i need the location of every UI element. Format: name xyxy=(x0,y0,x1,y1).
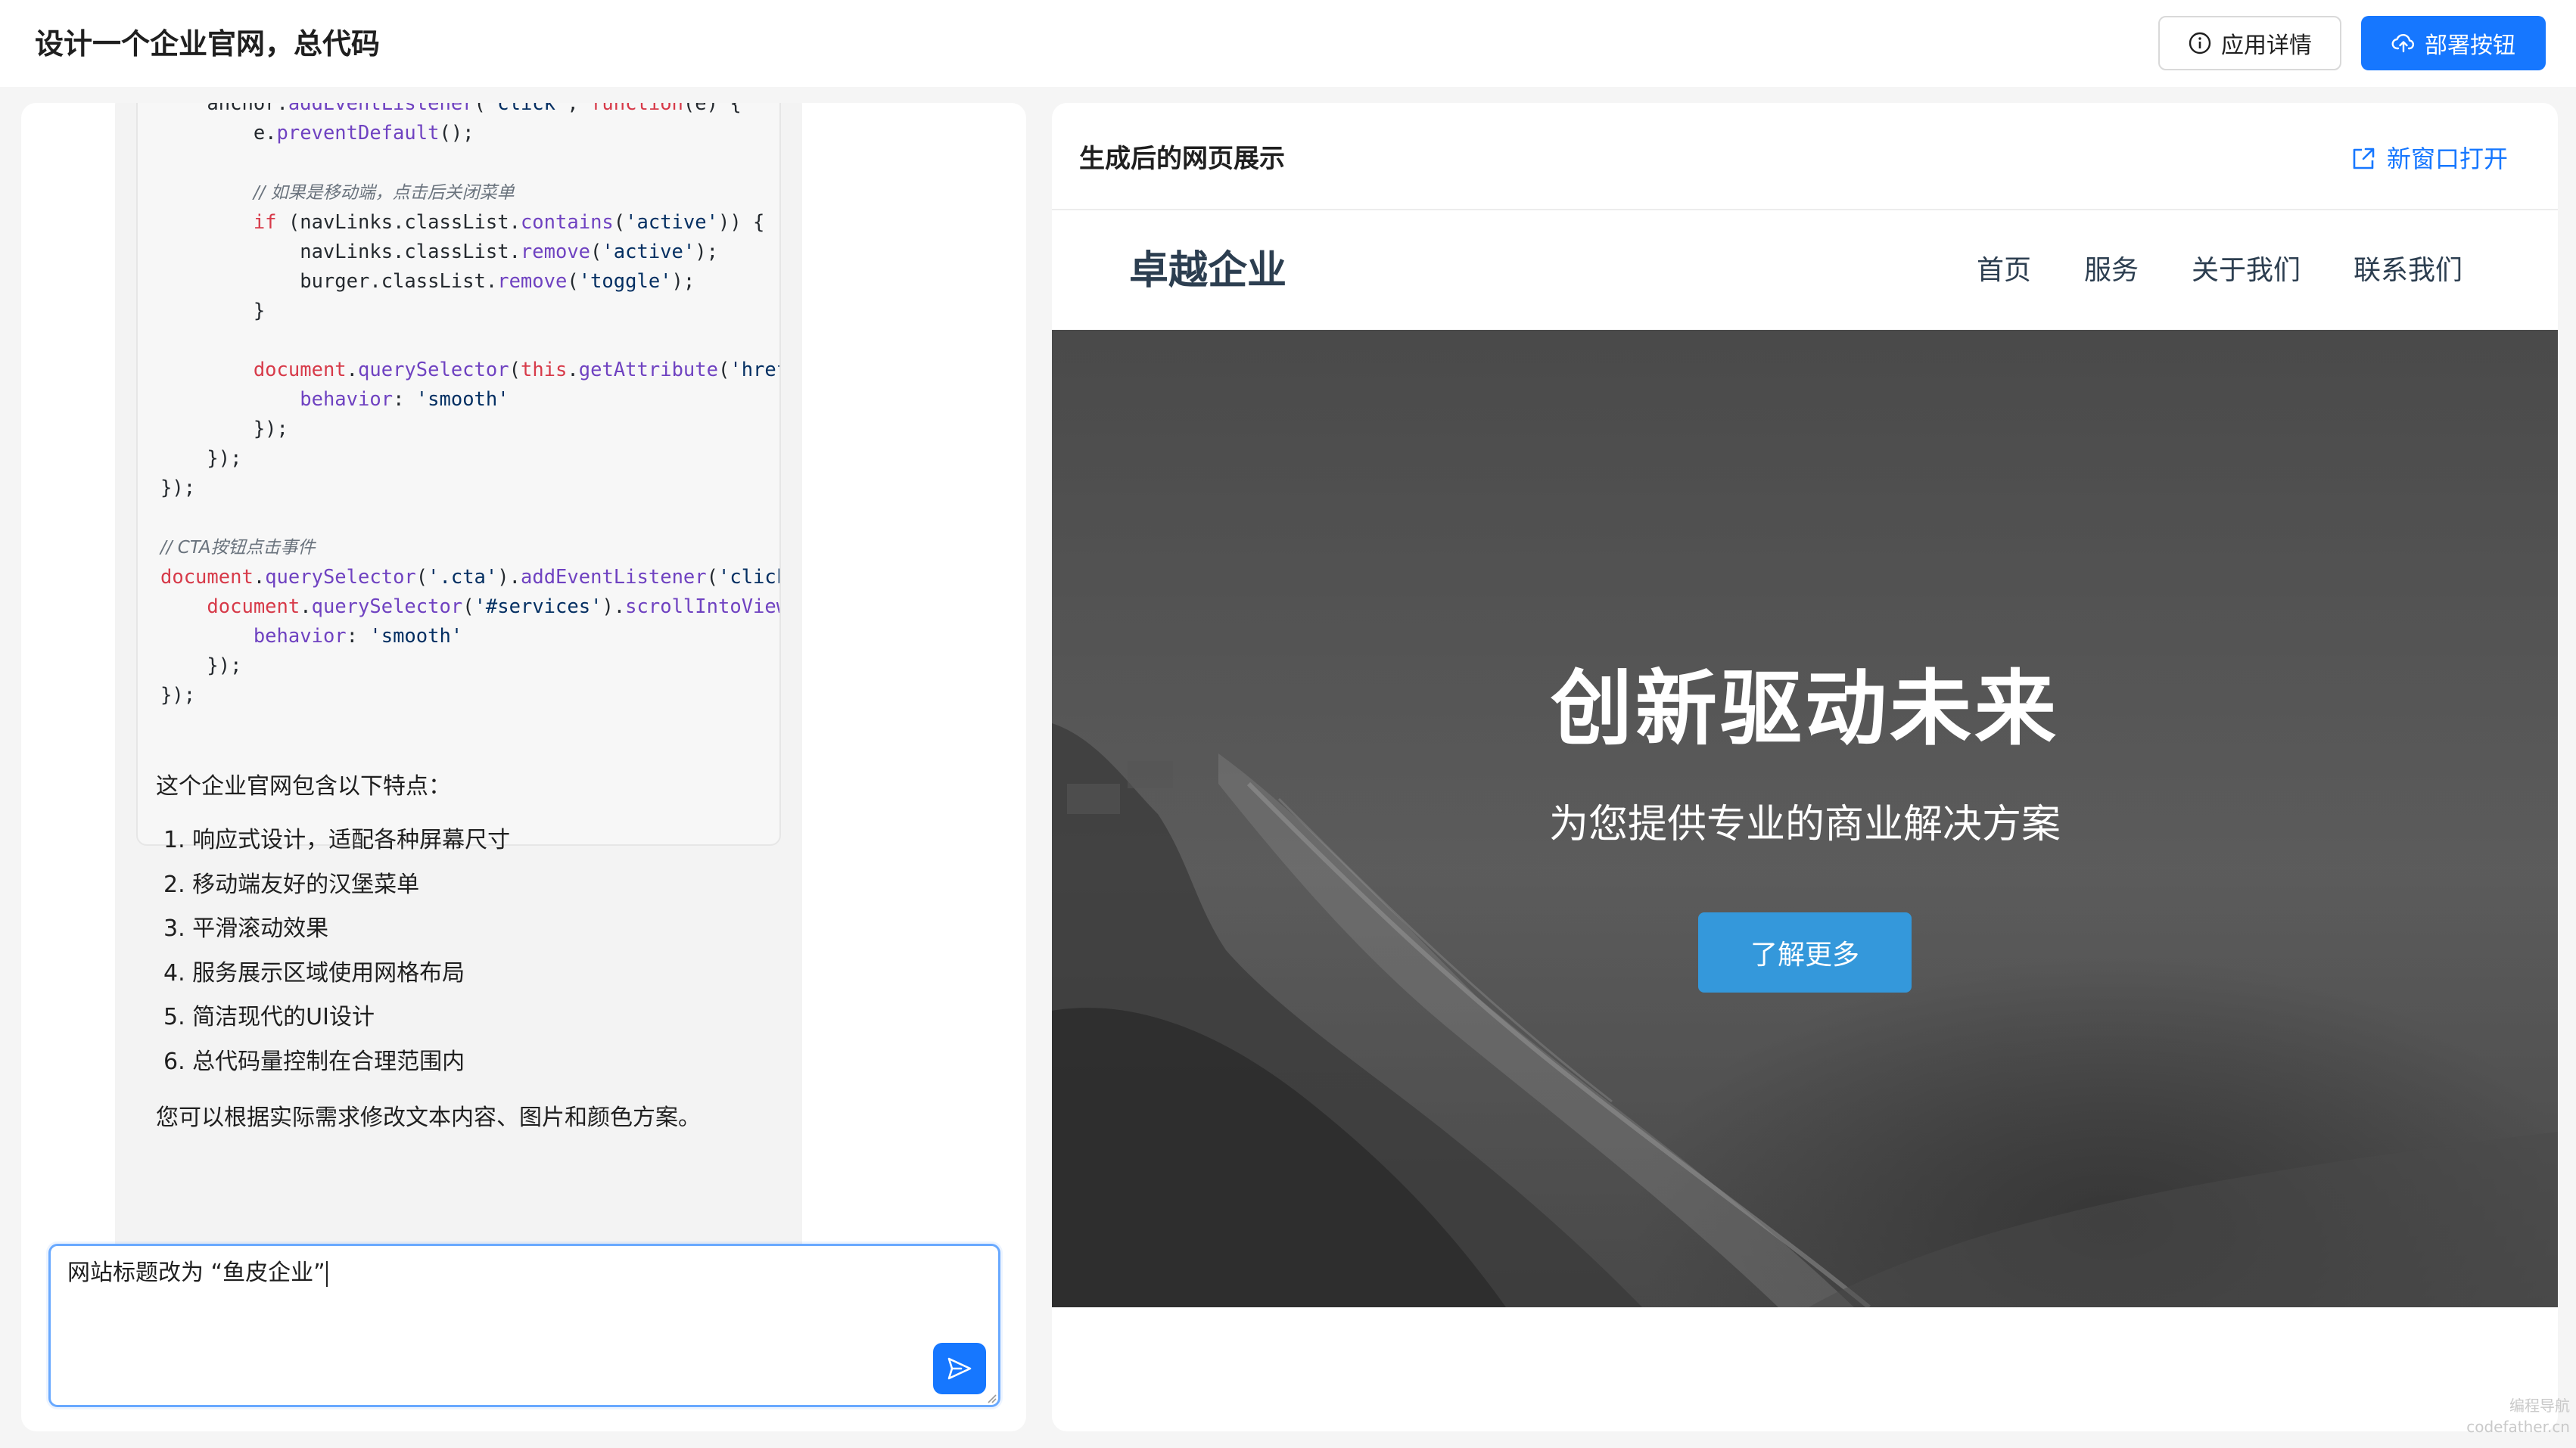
app-details-button[interactable]: 应用详情 xyxy=(2158,16,2341,70)
external-link-icon xyxy=(2353,148,2375,169)
input-value: 网站标题改为 “鱼皮企业” xyxy=(67,1260,325,1286)
site-nav-services[interactable]: 服务 xyxy=(2084,251,2139,291)
preview-title: 生成后的网页展示 xyxy=(1079,144,1285,174)
list-item: 5. 简洁现代的UI设计 xyxy=(163,1004,375,1031)
app-details-label: 应用详情 xyxy=(2221,33,2312,59)
open-new-window-label: 新窗口打开 xyxy=(2387,144,2509,173)
text-caret xyxy=(325,1260,328,1287)
code-line: behavior: 'smooth' xyxy=(253,625,463,648)
website-preview: 卓越企业 首页 服务 关于我们 联系我们 创新驱动未来 为您提供专业的商业解决方… xyxy=(1052,212,2558,1307)
list-item: 4. 服务展示区域使用网格布局 xyxy=(163,959,465,987)
list-item: 1. 响应式设计，适配各种屏幕尺寸 xyxy=(163,827,511,853)
message-input[interactable]: 网站标题改为 “鱼皮企业” xyxy=(48,1244,1000,1407)
hero-title: 创新驱动未来 xyxy=(1550,662,2059,757)
code-line: burger.classList.remove('toggle'); xyxy=(160,270,695,293)
message-input-text[interactable]: 网站标题改为 “鱼皮企业” xyxy=(67,1255,328,1291)
resize-handle-icon[interactable] xyxy=(986,1393,997,1403)
code-line: document.querySelector('.cta').addEventL… xyxy=(160,566,781,589)
list-item: 6. 总代码量控制在合理范围内 xyxy=(163,1048,465,1075)
open-new-window-link[interactable]: 新窗口打开 xyxy=(2350,141,2508,177)
send-icon xyxy=(947,1357,972,1380)
code-line: // 如果是移动端，点击后关闭菜单 xyxy=(253,183,515,203)
code-line: }); xyxy=(160,418,288,440)
code-line: }); xyxy=(160,447,242,470)
code-line: anchor.addEventListener('click', functio… xyxy=(160,103,742,115)
cloud-upload-icon xyxy=(2391,33,2415,53)
features-intro: 这个企业官网包含以下特点： xyxy=(156,773,451,800)
hero-section: 创新驱动未来 为您提供专业的商业解决方案 了解更多 xyxy=(1052,330,2558,1307)
info-icon xyxy=(2189,32,2211,54)
code-line: if (navLinks.classList.contains('active'… xyxy=(253,211,765,234)
code-line: }); xyxy=(160,684,196,707)
site-nav-about[interactable]: 关于我们 xyxy=(2192,251,2301,291)
top-bar: 设计一个企业官网，总代码 应用详情 部署按钮 xyxy=(0,0,2576,87)
code-line: }); xyxy=(160,477,196,499)
send-button[interactable] xyxy=(933,1343,986,1394)
closing-text: 您可以根据实际需求修改文本内容、图片和颜色方案。 xyxy=(156,1105,701,1131)
code-line: document.querySelector(this.getAttribute… xyxy=(253,359,779,381)
list-item: 2. 移动端友好的汉堡菜单 xyxy=(163,871,420,898)
site-nav-contact[interactable]: 联系我们 xyxy=(2354,251,2462,291)
code-line: navLinks.classList.remove('active'); xyxy=(160,241,718,263)
code-line: document.querySelector('#services').scro… xyxy=(207,595,781,618)
watermark-line: codefather.cn xyxy=(2466,1418,2570,1436)
features-list: 1. 响应式设计，适配各种屏幕尺寸 2. 移动端友好的汉堡菜单 3. 平滑滚动效… xyxy=(163,819,510,1085)
watermark: 编程导航 codefather.cn xyxy=(2466,1395,2570,1437)
code-block: anchor.addEventListener('click', functio… xyxy=(136,103,781,846)
deploy-label: 部署按钮 xyxy=(2425,33,2515,59)
code-content: anchor.addEventListener('click', functio… xyxy=(138,103,779,710)
site-navbar: 卓越企业 首页 服务 关于我们 联系我们 xyxy=(1052,212,2558,330)
code-line: } xyxy=(160,300,266,322)
page-title: 设计一个企业官网，总代码 xyxy=(35,27,381,61)
deploy-button[interactable]: 部署按钮 xyxy=(2361,16,2546,70)
hero-subtitle: 为您提供专业的商业解决方案 xyxy=(1548,802,2061,847)
code-line: // CTA按钮点击事件 xyxy=(160,538,316,558)
site-logo[interactable]: 卓越企业 xyxy=(1129,242,1286,300)
watermark-line: 编程导航 xyxy=(2509,1397,2570,1415)
chat-panel: anchor.addEventListener('click', functio… xyxy=(21,103,1026,1431)
site-nav-links: 首页 服务 关于我们 联系我们 xyxy=(1977,251,2462,291)
code-line: e.preventDefault(); xyxy=(160,122,474,144)
list-item: 3. 平滑滚动效果 xyxy=(163,915,329,943)
code-line: }); xyxy=(160,654,242,677)
code-line: behavior: 'smooth' xyxy=(300,388,509,411)
learn-more-button[interactable]: 了解更多 xyxy=(1698,912,1912,993)
preview-header: 生成后的网页展示 新窗口打开 xyxy=(1052,103,2558,210)
preview-panel: 生成后的网页展示 新窗口打开 卓越企业 首页 服务 关于我们 联系我们 创新驱动… xyxy=(1052,103,2558,1431)
site-nav-home[interactable]: 首页 xyxy=(1977,251,2031,291)
